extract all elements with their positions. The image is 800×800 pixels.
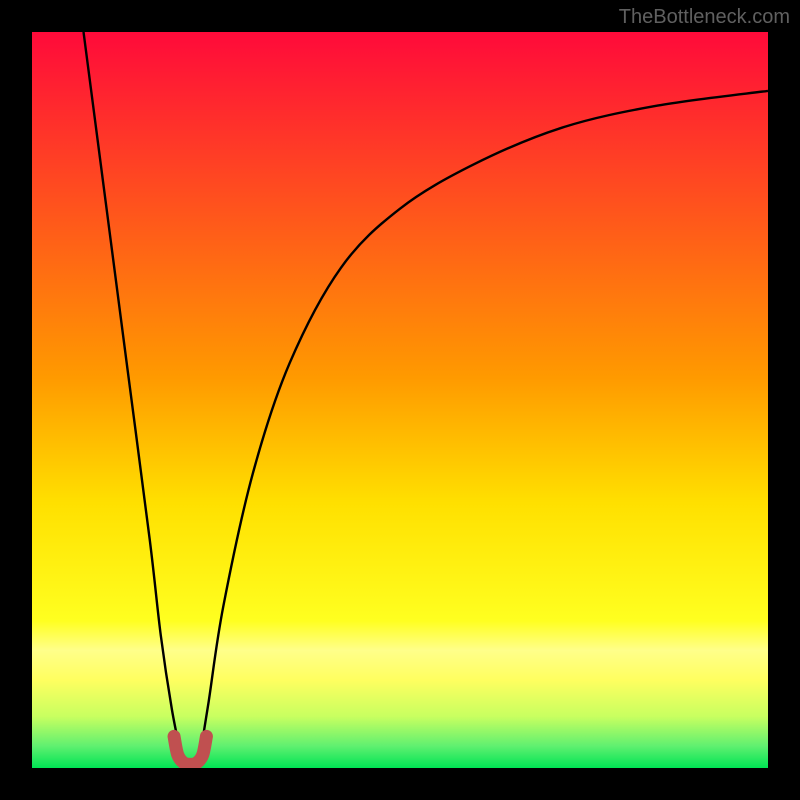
outer-frame: TheBottleneck.com [0,0,800,800]
chart-svg [32,32,768,768]
attribution-text: TheBottleneck.com [619,6,790,29]
plot-area [32,32,768,768]
